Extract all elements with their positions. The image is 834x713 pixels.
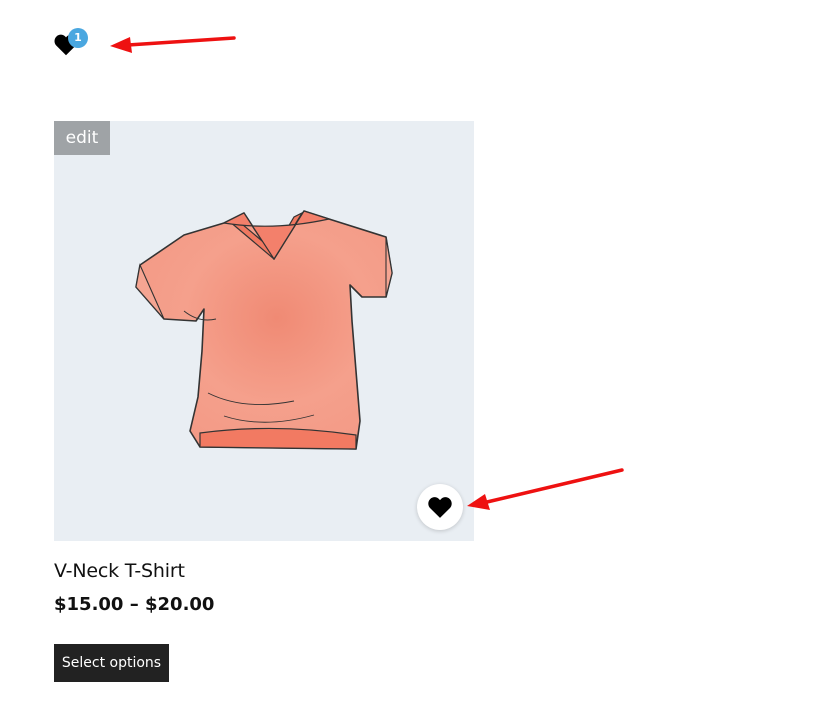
select-options-button[interactable]: Select options bbox=[54, 644, 169, 682]
heart-icon bbox=[428, 497, 452, 518]
wishlist-count-badge: 1 bbox=[68, 28, 88, 48]
page: 1 edit V-Neck T-Shirt $15.00 – $20.00 Se… bbox=[0, 0, 834, 713]
edit-link[interactable]: edit bbox=[54, 121, 110, 155]
product-image[interactable]: edit bbox=[54, 121, 474, 541]
arrow-to-wishlist-counter bbox=[110, 36, 236, 53]
arrow-to-add-to-wishlist bbox=[467, 468, 624, 510]
product-price: $15.00 – $20.00 bbox=[54, 594, 215, 615]
add-to-wishlist-button[interactable] bbox=[417, 484, 463, 530]
product-title[interactable]: V-Neck T-Shirt bbox=[54, 560, 185, 582]
tshirt-image bbox=[135, 210, 393, 450]
wishlist-counter[interactable]: 1 bbox=[53, 28, 91, 60]
